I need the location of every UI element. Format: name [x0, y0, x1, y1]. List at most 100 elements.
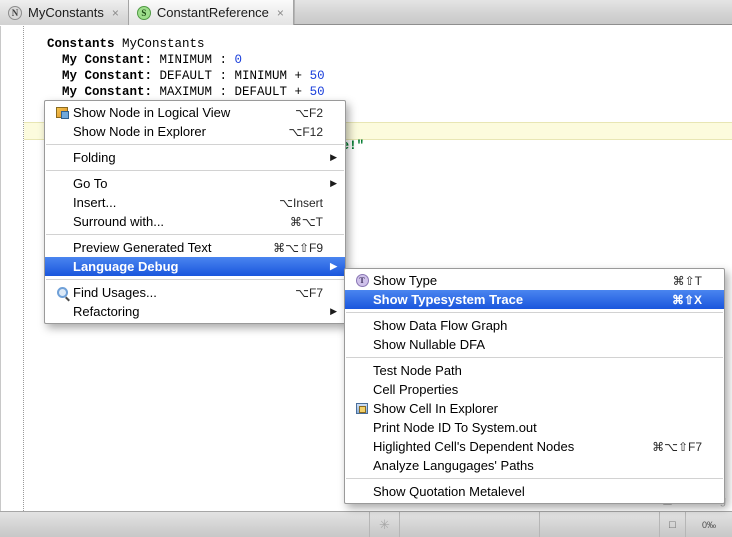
- submenu-item-print-node-id-to-system-out[interactable]: Print Node ID To System.out: [345, 418, 724, 437]
- code-token: 50: [310, 69, 325, 83]
- status-cell-a: [400, 512, 540, 537]
- code-token: MyConstants: [122, 37, 205, 51]
- code-line: My Constant: MINIMUM : 0: [47, 52, 332, 68]
- submenu-item-show-typesystem-trace[interactable]: Show Typesystem Trace⌘⇧X: [345, 290, 724, 309]
- menu-item-insert[interactable]: Insert...⌥Insert: [45, 193, 345, 212]
- menu-item-label: Show Data Flow Graph: [371, 318, 702, 333]
- menu-item-surround-with[interactable]: Surround with...⌘⌥T: [45, 212, 345, 231]
- menu-item-show-node-in-explorer[interactable]: Show Node in Explorer⌥F12: [45, 122, 345, 141]
- menu-item-label: Show Quotation Metalevel: [371, 484, 702, 499]
- chevron-right-icon: ▶: [323, 152, 337, 163]
- menu-item-show-node-in-logical-view[interactable]: Show Node in Logical View⌥F2: [45, 103, 345, 122]
- menu-item-label: Print Node ID To System.out: [371, 420, 702, 435]
- status-cell-b: [540, 512, 660, 537]
- node-icon: [53, 107, 71, 118]
- cell-explorer-icon: [353, 403, 371, 414]
- background-task-indicator[interactable]: ✳: [370, 512, 400, 537]
- menu-item-refactoring[interactable]: Refactoring▶: [45, 302, 345, 321]
- code-line: My Constant: MAXIMUM : DEFAULT + 50: [47, 84, 332, 100]
- menu-item-label: Find Usages...: [71, 285, 277, 300]
- menu-separator: [46, 144, 344, 145]
- submenu-item-show-data-flow-graph[interactable]: Show Data Flow Graph: [345, 316, 724, 335]
- node-circle-s-icon: S: [137, 6, 151, 20]
- type-circle-t-icon: T: [353, 274, 371, 287]
- chevron-right-icon: ▶: [323, 306, 337, 317]
- code-token: 50: [310, 85, 325, 99]
- magnifier-glyph: [57, 287, 68, 298]
- tab-myconstants[interactable]: N MyConstants ×: [0, 0, 129, 25]
- code-token: 0: [235, 53, 243, 67]
- status-message-area: [0, 512, 370, 537]
- code-line: My Constant: DEFAULT : MINIMUM + 50: [47, 68, 332, 84]
- menu-item-label: Show Node in Explorer: [71, 124, 270, 139]
- menu-item-shortcut: ⌘⌥⇧F7: [634, 440, 702, 454]
- menu-item-label: Cell Properties: [371, 382, 702, 397]
- code-token: MINIMUM :: [160, 53, 235, 67]
- code-token: My Constant:: [47, 85, 160, 99]
- menu-separator: [346, 357, 723, 358]
- submenu-item-analyze-langugages-paths[interactable]: Analyze Langugages' Paths: [345, 456, 724, 475]
- menu-item-go-to[interactable]: Go To▶: [45, 174, 345, 193]
- menu-item-label: Higlighted Cell's Dependent Nodes: [371, 439, 634, 454]
- context-menu[interactable]: Show Node in Logical View⌥F2Show Node in…: [44, 100, 346, 324]
- tab-bar-filler: [294, 0, 732, 24]
- status-bar: ✳ □ 0‰: [0, 511, 732, 537]
- code-token: DEFAULT : MINIMUM +: [160, 69, 310, 83]
- memory-indicator[interactable]: 0‰: [686, 512, 732, 537]
- submenu-item-show-cell-in-explorer[interactable]: Show Cell In Explorer: [345, 399, 724, 418]
- menu-item-label: Show Type: [371, 273, 655, 288]
- menu-item-shortcut: ⌥F2: [277, 106, 323, 120]
- language-debug-submenu[interactable]: TShow Type⌘⇧TShow Typesystem Trace⌘⇧XSho…: [344, 268, 725, 504]
- chevron-right-icon: ▶: [323, 178, 337, 189]
- menu-item-label: Show Typesystem Trace: [371, 292, 654, 307]
- submenu-item-show-nullable-dfa[interactable]: Show Nullable DFA: [345, 335, 724, 354]
- node-circle-n-icon: N: [8, 6, 22, 20]
- submenu-item-test-node-path[interactable]: Test Node Path: [345, 361, 724, 380]
- menu-item-label: Show Nullable DFA: [371, 337, 702, 352]
- close-icon[interactable]: ×: [277, 6, 284, 20]
- code-line: Constants MyConstants: [47, 36, 332, 52]
- application-window: N MyConstants × S ConstantReference × Co…: [0, 0, 732, 537]
- menu-separator: [346, 478, 723, 479]
- tab-label: ConstantReference: [157, 5, 269, 20]
- close-icon[interactable]: ×: [112, 6, 119, 20]
- menu-item-label: Insert...: [71, 195, 261, 210]
- lock-indicator[interactable]: □: [660, 512, 686, 537]
- submenu-item-higlighted-cell-s-dependent-nodes[interactable]: Higlighted Cell's Dependent Nodes⌘⌥⇧F7: [345, 437, 724, 456]
- chevron-right-icon: ▶: [323, 261, 337, 272]
- menu-separator: [46, 170, 344, 171]
- menu-item-label: Show Node in Logical View: [71, 105, 277, 120]
- menu-item-shortcut: ⌘⌥T: [272, 215, 323, 229]
- menu-separator: [46, 234, 344, 235]
- node-glyph: [56, 107, 68, 118]
- menu-separator: [346, 312, 723, 313]
- submenu-item-show-quotation-metalevel[interactable]: Show Quotation Metalevel: [345, 482, 724, 501]
- menu-item-find-usages[interactable]: Find Usages...⌥F7: [45, 283, 345, 302]
- menu-item-shortcut: ⌥F7: [277, 286, 323, 300]
- code-token: Constants: [47, 37, 122, 51]
- menu-separator: [46, 279, 344, 280]
- menu-item-label: Refactoring: [71, 304, 323, 319]
- spinner-icon: ✳: [379, 517, 390, 533]
- menu-item-label: Surround with...: [71, 214, 272, 229]
- menu-item-shortcut: ⌘⇧X: [654, 293, 702, 307]
- type-letter: T: [356, 274, 369, 287]
- code-token: My Constant:: [47, 53, 160, 67]
- tab-constantreference[interactable]: S ConstantReference ×: [129, 0, 294, 25]
- menu-item-folding[interactable]: Folding▶: [45, 148, 345, 167]
- menu-item-shortcut: ⌘⇧T: [655, 274, 702, 288]
- menu-item-shortcut: ⌥Insert: [261, 196, 323, 210]
- editor-tab-bar: N MyConstants × S ConstantReference ×: [0, 0, 732, 25]
- cell-glyph: [356, 403, 368, 414]
- submenu-item-cell-properties[interactable]: Cell Properties: [345, 380, 724, 399]
- submenu-item-show-type[interactable]: TShow Type⌘⇧T: [345, 271, 724, 290]
- menu-item-language-debug[interactable]: Language Debug▶: [45, 257, 345, 276]
- menu-item-preview-generated-text[interactable]: Preview Generated Text⌘⌥⇧F9: [45, 238, 345, 257]
- menu-item-label: Show Cell In Explorer: [371, 401, 702, 416]
- code-token: My Constant:: [47, 69, 160, 83]
- find-icon: [53, 287, 71, 298]
- tab-label: MyConstants: [28, 5, 104, 20]
- menu-item-label: Language Debug: [71, 259, 323, 274]
- code-token: MAXIMUM : DEFAULT +: [160, 85, 310, 99]
- menu-item-label: Analyze Langugages' Paths: [371, 458, 702, 473]
